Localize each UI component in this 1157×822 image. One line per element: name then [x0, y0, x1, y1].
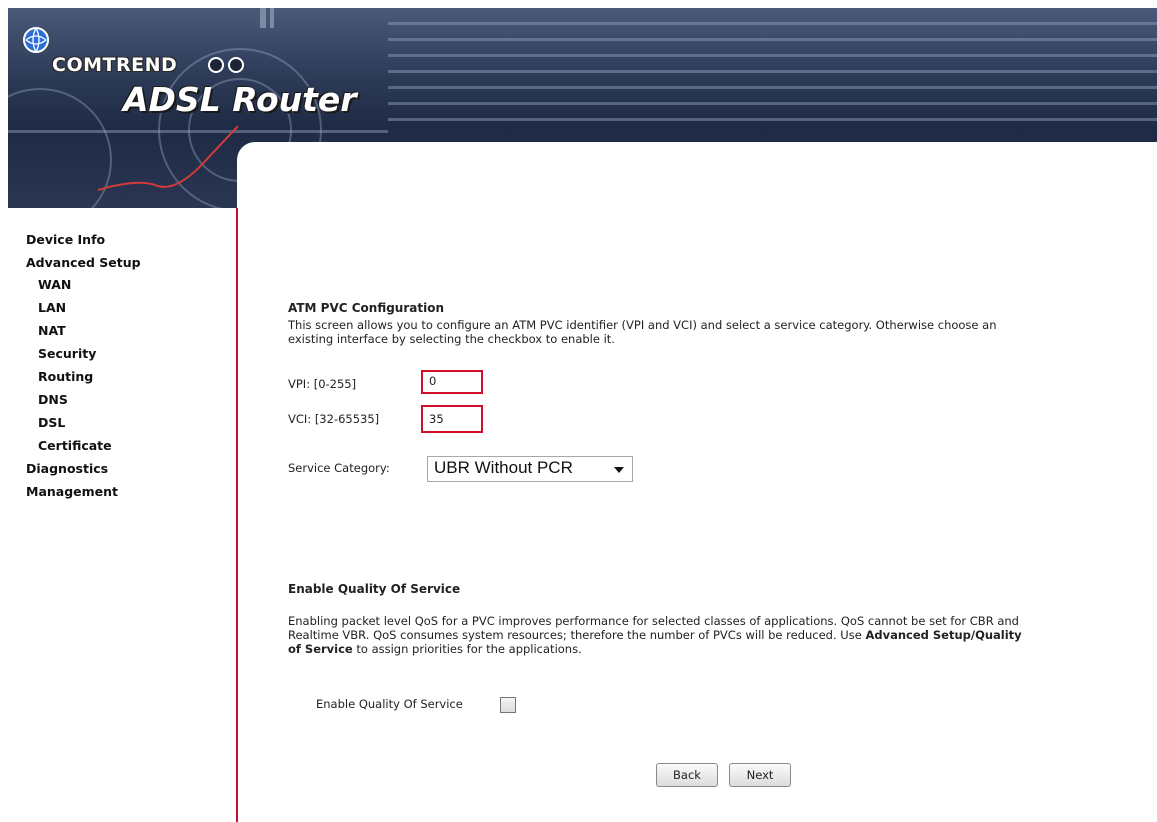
- banner-stripe: [388, 118, 1157, 121]
- qos-description-text: to assign priorities for the application…: [352, 642, 582, 656]
- atm-description-line: This screen allows you to configure an A…: [288, 318, 997, 332]
- sidebar-item-wan[interactable]: WAN: [38, 277, 71, 292]
- back-button[interactable]: Back: [656, 763, 718, 787]
- sidebar-item-management[interactable]: Management: [26, 484, 118, 499]
- qos-description-line: Enabling packet level QoS for a PVC impr…: [288, 614, 1019, 628]
- banner-ring: [8, 88, 112, 208]
- brand-name: COMTREND: [52, 54, 178, 76]
- vci-input[interactable]: 35: [421, 405, 483, 433]
- next-button[interactable]: Next: [729, 763, 791, 787]
- banner-stripe: [388, 22, 1157, 25]
- brand-dot: [228, 57, 244, 73]
- content-header-panel: [237, 142, 1157, 222]
- sidebar-item-advanced-setup[interactable]: Advanced Setup: [26, 255, 141, 270]
- service-category-value: UBR Without PCR: [434, 458, 573, 477]
- sidebar-item-certificate[interactable]: Certificate: [38, 438, 112, 453]
- qos-description-text: Realtime VBR. QoS consumes system resour…: [288, 628, 866, 642]
- chevron-down-icon: [614, 467, 624, 473]
- sidebar-item-dsl[interactable]: DSL: [38, 415, 65, 430]
- sidebar-nav: Device Info Advanced Setup WAN LAN NAT S…: [8, 208, 238, 822]
- banner-bar: [260, 8, 266, 28]
- banner-stripe: [388, 38, 1157, 41]
- qos-description-line: of Service to assign priorities for the …: [288, 642, 582, 656]
- swoosh-icon: [98, 125, 239, 191]
- sidebar-item-device-info[interactable]: Device Info: [26, 232, 105, 247]
- banner-stripe: [388, 102, 1157, 105]
- sidebar-item-diagnostics[interactable]: Diagnostics: [26, 461, 108, 476]
- vpi-input[interactable]: 0: [421, 370, 483, 394]
- qos-checkbox[interactable]: [500, 697, 516, 713]
- atm-description-line: existing interface by selecting the chec…: [288, 332, 615, 346]
- atm-section-title: ATM PVC Configuration: [288, 301, 444, 315]
- banner-bar: [270, 8, 274, 28]
- qos-description-line: Realtime VBR. QoS consumes system resour…: [288, 628, 1022, 642]
- sidebar-item-security[interactable]: Security: [38, 346, 96, 361]
- sidebar-item-lan[interactable]: LAN: [38, 300, 66, 315]
- banner-stripe: [388, 86, 1157, 89]
- product-name: ADSL Router: [123, 80, 357, 119]
- brand-dot: [208, 57, 224, 73]
- qos-section-title: Enable Quality Of Service: [288, 582, 461, 596]
- vpi-label: VPI: [0-255]: [288, 377, 357, 391]
- service-category-label: Service Category:: [288, 461, 390, 475]
- sidebar-item-routing[interactable]: Routing: [38, 369, 93, 384]
- sidebar-item-nat[interactable]: NAT: [38, 323, 66, 338]
- qos-link-text: of Service: [288, 642, 353, 656]
- banner-stripe: [388, 54, 1157, 57]
- qos-link-text: Advanced Setup/Quality: [865, 628, 1022, 642]
- qos-checkbox-label: Enable Quality Of Service: [316, 697, 463, 711]
- vci-label: VCI: [32-65535]: [288, 412, 380, 426]
- sidebar-item-dns[interactable]: DNS: [38, 392, 68, 407]
- comtrend-globe-icon: [23, 27, 49, 53]
- banner-stripe: [388, 70, 1157, 73]
- service-category-select[interactable]: UBR Without PCR: [427, 456, 633, 482]
